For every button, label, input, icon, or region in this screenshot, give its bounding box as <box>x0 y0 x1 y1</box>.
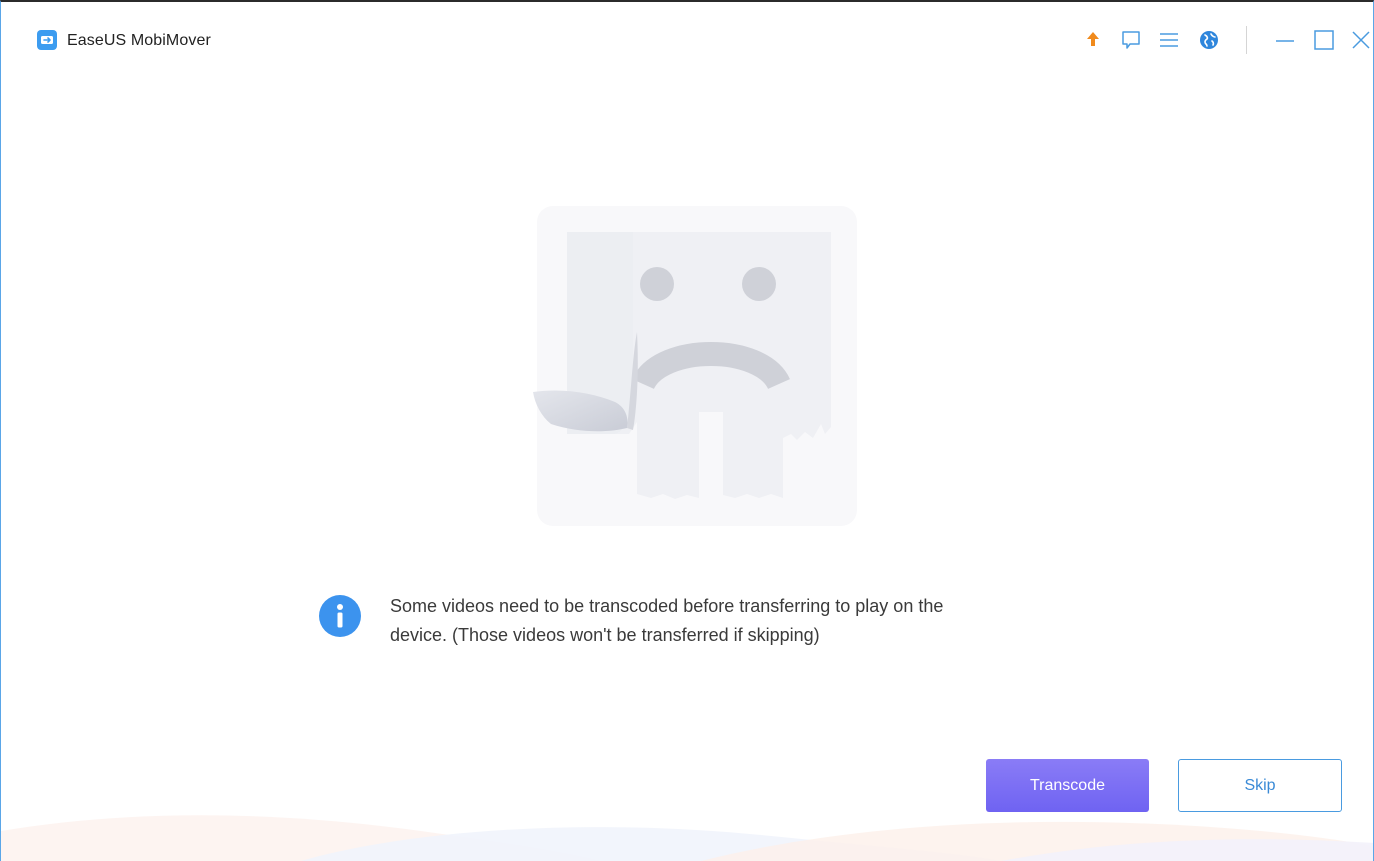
language-globe-icon[interactable] <box>1197 28 1221 52</box>
decorative-waves <box>1 791 1373 861</box>
info-icon <box>319 595 361 637</box>
title-bar: EaseUS MobiMover <box>1 2 1373 76</box>
feedback-icon[interactable] <box>1119 28 1143 52</box>
upgrade-arrow-icon[interactable] <box>1081 28 1105 52</box>
app-window: EaseUS MobiMover Some videos need to be … <box>0 0 1374 861</box>
transcode-message: Some videos need to be transcoded before… <box>390 592 1090 650</box>
titlebar-separator <box>1246 26 1247 54</box>
close-icon[interactable] <box>1349 28 1373 52</box>
message-line-1: Some videos need to be transcoded before… <box>390 596 944 616</box>
message-line-2: device. (Those videos won't be transferr… <box>390 625 820 645</box>
app-title: EaseUS MobiMover <box>67 32 211 49</box>
minimize-icon[interactable] <box>1273 28 1297 52</box>
maximize-icon[interactable] <box>1312 28 1336 52</box>
menu-icon[interactable] <box>1157 28 1181 52</box>
app-logo-icon <box>37 30 57 50</box>
sad-face-torn-paper-icon <box>521 202 861 532</box>
